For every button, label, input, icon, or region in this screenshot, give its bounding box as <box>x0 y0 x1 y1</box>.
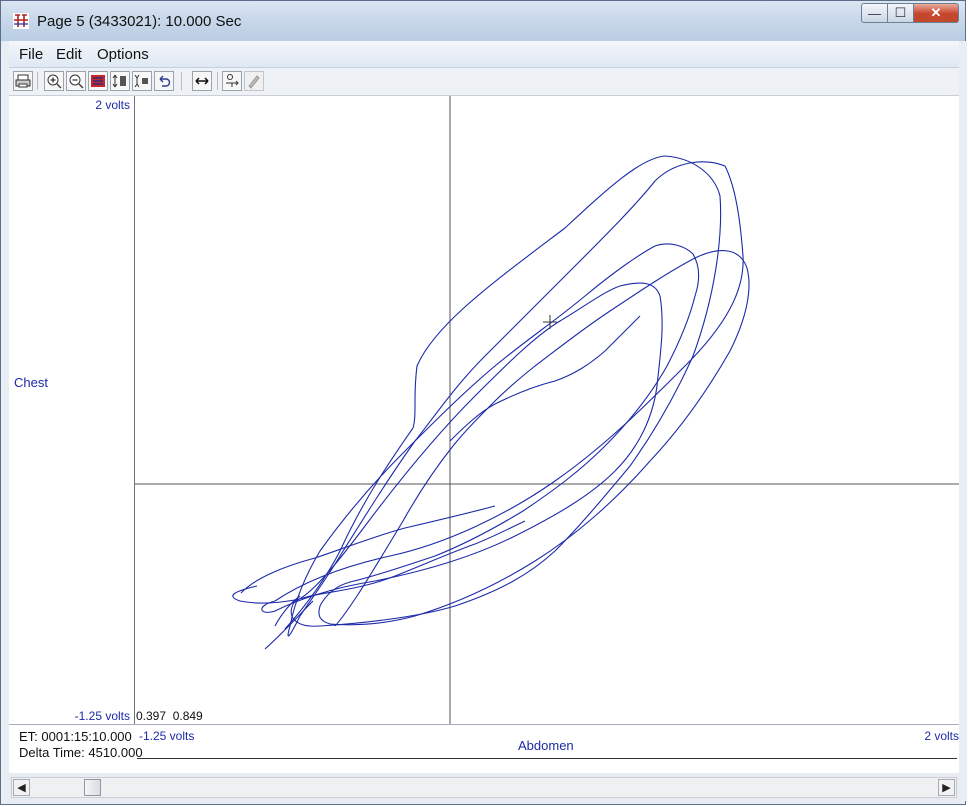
print-icon <box>15 74 31 88</box>
y-max-label: 2 volts <box>95 98 130 112</box>
window-right-border <box>959 41 967 801</box>
maximize-button[interactable]: ☐ <box>888 3 914 23</box>
highlight-button[interactable] <box>88 71 108 91</box>
title-bar[interactable]: Page 5 (3433021): 10.000 Sec — ☐ ✕ <box>1 1 965 41</box>
settings-button[interactable] <box>222 71 242 91</box>
zoom-in-icon <box>47 74 62 89</box>
window-title: Page 5 (3433021): 10.000 Sec <box>37 13 242 30</box>
x-max-label: 2 volts <box>924 729 959 743</box>
menu-file[interactable]: File <box>19 46 43 63</box>
elapsed-time: ET: 0001:15:10.000 <box>19 729 132 744</box>
cursor-readout: 0.397 0.849 <box>136 709 203 723</box>
scroll-left-button[interactable]: ◀ <box>13 779 30 796</box>
window-controls: — ☐ ✕ <box>861 3 959 25</box>
chevron-left-icon: ◀ <box>17 782 26 794</box>
maximize-icon: ☐ <box>894 5 907 20</box>
minimize-button[interactable]: — <box>861 3 888 23</box>
undo-button[interactable] <box>154 71 174 91</box>
app-window: Page 5 (3433021): 10.000 Sec — ☐ ✕ File … <box>0 0 967 805</box>
close-button[interactable]: ✕ <box>914 3 959 23</box>
xy-plot-canvas[interactable] <box>135 96 959 724</box>
y-axis-label: Chest <box>14 375 48 390</box>
x-axis-label: Abdomen <box>518 738 574 753</box>
zoom-out-button[interactable] <box>66 71 86 91</box>
toolbar <box>9 68 959 96</box>
expand-vertical-button[interactable] <box>110 71 130 91</box>
horizontal-arrows-button[interactable] <box>192 71 212 91</box>
menu-edit[interactable]: Edit <box>56 46 82 63</box>
menu-options[interactable]: Options <box>97 46 149 63</box>
horizontal-arrows-icon <box>195 77 209 85</box>
undo-icon <box>159 75 171 87</box>
plot-area: 2 volts Chest -1.25 volts 0.397 0.849 <box>9 96 959 724</box>
horizontal-scroll-area: ◀ ▶ <box>9 773 959 801</box>
scroll-thumb[interactable] <box>84 779 101 796</box>
horizontal-scrollbar[interactable]: ◀ ▶ <box>11 777 957 798</box>
cursor-x-value: 0.397 <box>136 709 167 723</box>
y-min-label: -1.25 volts <box>74 709 130 723</box>
expand-vertical-icon <box>112 74 126 88</box>
loop-trace <box>232 155 750 650</box>
shrink-vertical-icon <box>134 74 148 88</box>
scroll-right-button[interactable]: ▶ <box>938 779 955 796</box>
pen-button[interactable] <box>244 71 264 91</box>
zoom-in-button[interactable] <box>44 71 64 91</box>
zoom-out-icon <box>69 74 84 89</box>
shrink-vertical-button[interactable] <box>132 71 152 91</box>
cursor-y-value: 0.849 <box>172 709 203 723</box>
close-icon: ✕ <box>930 5 942 20</box>
x-axis-line <box>137 758 957 759</box>
app-logo-icon <box>12 12 30 30</box>
chevron-right-icon: ▶ <box>942 782 951 794</box>
highlight-icon <box>91 75 105 87</box>
footer-panel: ET: 0001:15:10.000 Delta Time: 4510.000 … <box>9 724 959 773</box>
minimize-icon: — <box>868 5 881 21</box>
print-button[interactable] <box>13 71 33 91</box>
settings-icon <box>226 74 239 87</box>
x-min-label: -1.25 volts <box>139 729 195 743</box>
pen-icon <box>248 75 260 89</box>
delta-time: Delta Time: 4510.000 <box>19 745 143 760</box>
y-axis-panel: 2 volts Chest -1.25 volts <box>9 96 135 724</box>
menu-bar: File Edit Options <box>9 41 959 68</box>
